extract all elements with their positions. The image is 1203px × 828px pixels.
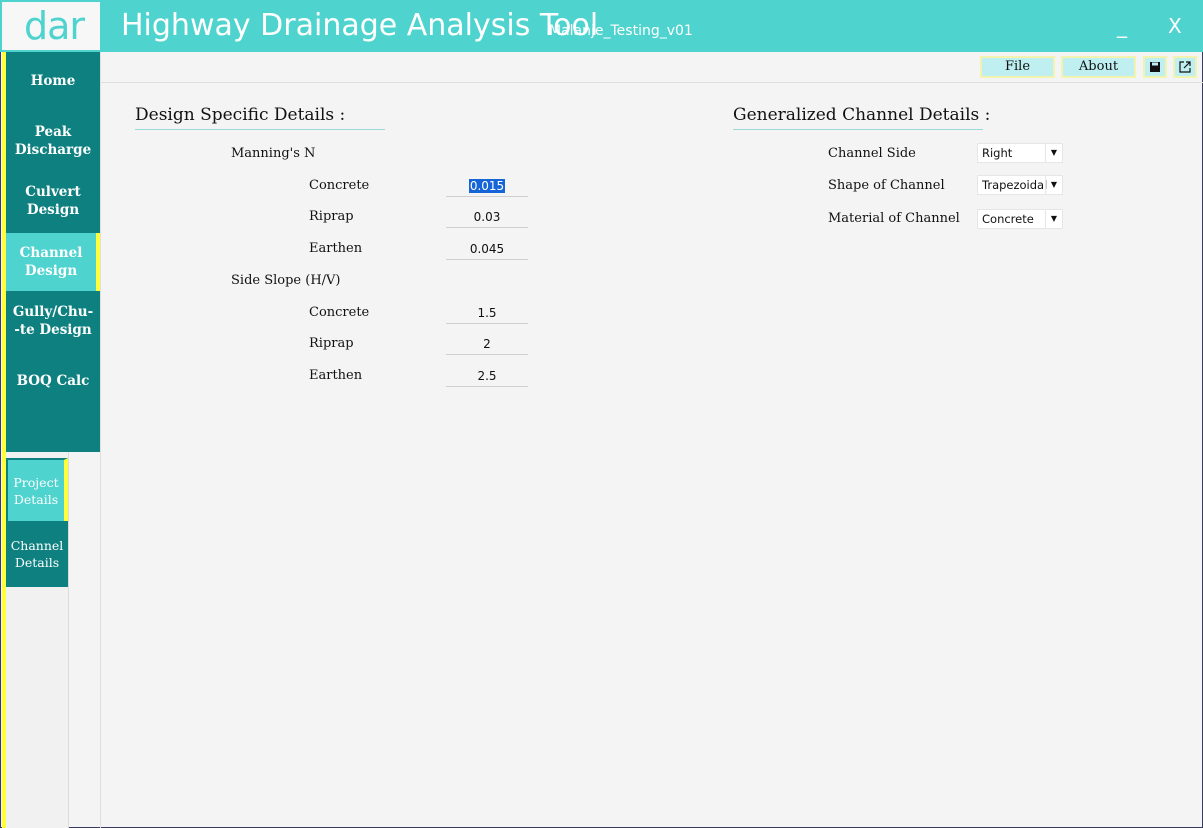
title-bar: dar Highway Drainage Analysis Tool Malan… — [0, 0, 1203, 52]
channel-material-label: Material of Channel — [828, 211, 960, 226]
channel-material-value: Concrete — [982, 212, 1034, 226]
mannings-n-label: Manning's N — [231, 146, 316, 161]
mannings-riprap-input[interactable]: 0.03 — [446, 207, 528, 228]
nav-item-boq-calc[interactable]: BOQ Calc — [6, 372, 100, 390]
nav-item-home[interactable]: Home — [6, 72, 100, 90]
nav-item-culvert-design[interactable]: Culvert Design — [6, 183, 100, 219]
nav-item-peak-discharge[interactable]: Peak Discharge — [6, 123, 100, 159]
export-icon[interactable] — [1173, 56, 1197, 78]
slope-concrete-label: Concrete — [309, 305, 370, 320]
channel-material-select[interactable]: Concrete ▼ — [977, 209, 1063, 229]
design-details-underline — [135, 129, 385, 130]
project-name: Malanje_Testing_v01 — [549, 23, 693, 39]
mannings-concrete-input[interactable]: 0.015 — [446, 176, 528, 197]
logo-text: dar — [24, 4, 85, 48]
chevron-down-icon: ▼ — [1045, 176, 1062, 194]
slope-riprap-label: Riprap — [309, 336, 354, 351]
sidebar-divider — [100, 52, 101, 828]
mannings-concrete-label: Concrete — [309, 178, 370, 193]
mannings-earthen-label: Earthen — [309, 241, 363, 256]
minimize-button[interactable]: _ — [1117, 14, 1127, 38]
channel-details-underline — [733, 129, 983, 130]
subnav-item-project-details[interactable]: Project Details — [6, 458, 68, 521]
channel-details-title: Generalized Channel Details : — [733, 105, 991, 125]
channel-side-label: Channel Side — [828, 146, 916, 161]
chevron-down-icon: ▼ — [1045, 210, 1062, 228]
save-icon[interactable] — [1143, 56, 1167, 78]
slope-concrete-input[interactable]: 1.5 — [446, 303, 528, 324]
logo: dar — [2, 2, 100, 50]
channel-side-select[interactable]: Right ▼ — [977, 143, 1063, 163]
chevron-down-icon: ▼ — [1045, 144, 1062, 162]
slope-earthen-label: Earthen — [309, 368, 363, 383]
slope-riprap-input[interactable]: 2 — [446, 334, 528, 355]
channel-shape-value: Trapezoidal — [982, 178, 1048, 192]
toolbar-divider — [101, 82, 1203, 83]
channel-side-value: Right — [982, 146, 1013, 160]
close-button[interactable]: X — [1168, 14, 1182, 38]
file-button[interactable]: File — [980, 56, 1055, 78]
mannings-earthen-input[interactable]: 0.045 — [446, 239, 528, 260]
design-details-title: Design Specific Details : — [135, 105, 346, 125]
mannings-riprap-label: Riprap — [309, 209, 354, 224]
nav-item-channel-design[interactable]: Channel Design — [6, 233, 100, 291]
slope-earthen-input[interactable]: 2.5 — [446, 366, 528, 387]
side-slope-label: Side Slope (H/V) — [231, 273, 341, 288]
channel-shape-label: Shape of Channel — [828, 178, 945, 193]
subnav-item-channel-details[interactable]: Channel Details — [6, 521, 68, 587]
about-button[interactable]: About — [1061, 56, 1136, 78]
main-sidebar: Home Peak Discharge Culvert Design Chann… — [6, 52, 100, 452]
app-title: Highway Drainage Analysis Tool — [121, 8, 599, 43]
mannings-concrete-value: 0.015 — [468, 179, 506, 193]
channel-shape-select[interactable]: Trapezoidal ▼ — [977, 175, 1063, 195]
nav-item-gully-chute-design[interactable]: Gully/Chu- -te Design — [6, 303, 100, 339]
